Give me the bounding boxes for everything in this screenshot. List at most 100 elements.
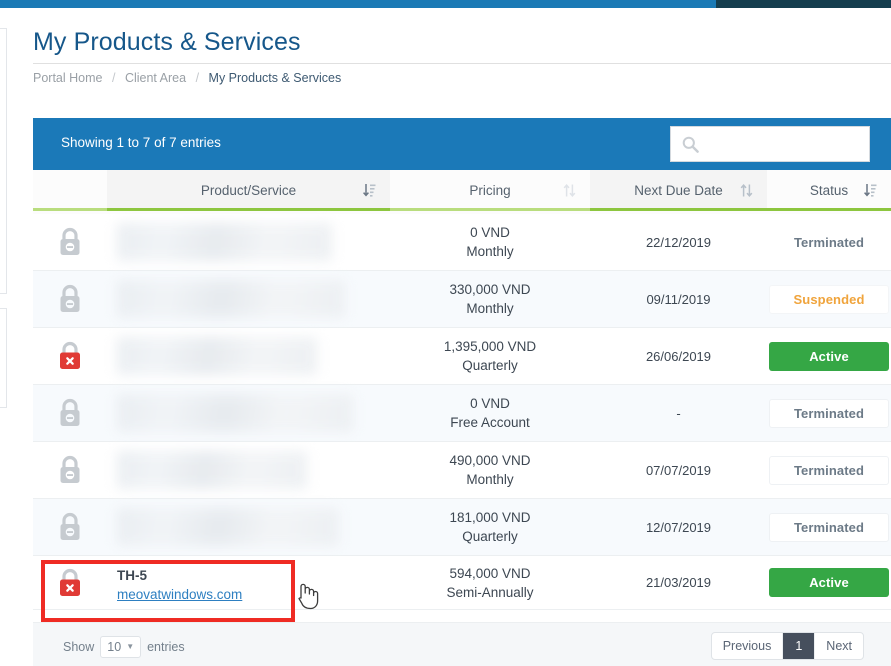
- row-pricing-cell: 0 VND Free Account: [390, 385, 590, 441]
- row-lock-cell: [33, 328, 107, 384]
- header-underline-pricing: [390, 208, 590, 211]
- header-underline-product: [107, 208, 390, 211]
- column-header-pricing[interactable]: Pricing: [390, 170, 590, 211]
- pagination-previous[interactable]: Previous: [712, 633, 784, 659]
- column-header-product-service[interactable]: Product/Service: [107, 170, 390, 211]
- lock-red-x-icon: [56, 339, 84, 373]
- sort-amount-desc-icon: [864, 183, 877, 198]
- row-product-cell[interactable]: [107, 271, 390, 327]
- breadcrumb: Portal Home / Client Area / My Products …: [33, 71, 341, 85]
- sort-amount-desc-icon: [363, 183, 376, 198]
- row-status-cell: Terminated: [767, 385, 891, 441]
- page-length-control: Show 10 ▼ entries: [63, 636, 185, 658]
- page-root: My Products & Services Portal Home / Cli…: [0, 0, 891, 666]
- status-badge: Terminated: [769, 398, 889, 428]
- lock-gray-minus-icon: [56, 396, 84, 430]
- row-status-cell: Terminated: [767, 442, 891, 498]
- column-header-icon: [33, 170, 107, 211]
- row-product-cell[interactable]: [107, 214, 390, 270]
- table-row[interactable]: 0 VND Monthly 22/12/2019 Terminated: [33, 214, 891, 271]
- table-row[interactable]: TH-5 meovatwindows.com 594,000 VND Semi-…: [33, 556, 891, 610]
- product-name-blurred: [117, 394, 353, 432]
- billing-cycle: Free Account: [450, 415, 530, 430]
- header-underline-due: [590, 208, 767, 211]
- entries-label: entries: [147, 640, 185, 654]
- show-label: Show: [63, 640, 95, 654]
- pointer-hand-cursor: [293, 580, 319, 610]
- product-text-block: TH-5 meovatwindows.com: [117, 566, 242, 605]
- row-product-cell[interactable]: [107, 499, 390, 555]
- table-row[interactable]: 181,000 VND Quarterly 12/07/2019 Termina…: [33, 499, 891, 556]
- sidebar-panel-b: [0, 308, 7, 408]
- table-footer: Show 10 ▼ entries Previous 1 Next: [33, 622, 891, 666]
- row-next-due-cell: 12/07/2019: [645, 519, 712, 535]
- page-length-select[interactable]: 10 ▼: [100, 636, 142, 658]
- product-name: TH-5: [117, 568, 147, 583]
- row-lock-cell: [33, 442, 107, 498]
- product-domain-link[interactable]: meovatwindows.com: [117, 587, 242, 602]
- row-lock-cell: [33, 214, 107, 270]
- pagination-page-1[interactable]: 1: [783, 633, 816, 659]
- billing-cycle: Monthly: [466, 472, 514, 487]
- showing-entries-text: Showing 1 to 7 of 7 entries: [61, 135, 221, 150]
- search-icon: [682, 136, 699, 153]
- page-length-value: 10: [107, 640, 122, 654]
- sort-both-icon: [563, 183, 576, 198]
- row-pricing-cell: 330,000 VND Monthly: [390, 271, 590, 327]
- page-title: My Products & Services: [33, 28, 301, 56]
- price-amount: 330,000 VND: [449, 282, 531, 297]
- search-input[interactable]: [705, 127, 868, 161]
- table-row[interactable]: 490,000 VND Monthly 07/07/2019 Terminate…: [33, 442, 891, 499]
- price-amount: 594,000 VND: [449, 565, 531, 581]
- row-status-cell: Terminated: [767, 499, 891, 555]
- chevron-down-icon: ▼: [126, 642, 135, 651]
- price-amount: 0 VND: [470, 396, 510, 411]
- search-box[interactable]: [670, 126, 870, 162]
- breadcrumb-item-portal-home[interactable]: Portal Home: [33, 71, 102, 85]
- column-header-status[interactable]: Status: [767, 170, 891, 211]
- row-lock-cell: [33, 556, 107, 609]
- status-badge: Terminated: [769, 455, 889, 485]
- sidebar-panel-a: [0, 28, 7, 294]
- row-status-cell: Suspended: [767, 271, 891, 327]
- browser-top-bar-dark-segment: [716, 0, 891, 8]
- table-body: 0 VND Monthly 22/12/2019 Terminated 330,…: [33, 214, 891, 610]
- sort-both-icon: [740, 183, 753, 198]
- collapsed-sidebar-sliver: [0, 8, 8, 666]
- row-status-cell: Active: [767, 328, 891, 384]
- breadcrumb-separator-2: /: [195, 71, 200, 85]
- row-product-cell[interactable]: [107, 442, 390, 498]
- row-status-cell: Terminated: [767, 214, 891, 270]
- lock-gray-minus-icon: [56, 282, 84, 316]
- status-badge: Active: [769, 568, 889, 597]
- breadcrumb-item-current: My Products & Services: [208, 71, 342, 85]
- table-row[interactable]: 1,395,000 VND Quarterly 26/06/2019 Activ…: [33, 328, 891, 385]
- row-next-due-cell: 26/06/2019: [645, 348, 712, 364]
- title-divider: [33, 63, 891, 64]
- column-header-next-due-date[interactable]: Next Due Date: [590, 170, 767, 211]
- billing-cycle: Quarterly: [462, 529, 518, 544]
- product-name-blurred: [117, 451, 307, 489]
- row-next-due-cell: 09/11/2019: [646, 291, 711, 307]
- row-lock-cell: [33, 271, 107, 327]
- row-next-due-cell: 07/07/2019: [645, 462, 712, 478]
- row-product-cell[interactable]: [107, 328, 390, 384]
- row-product-cell[interactable]: TH-5 meovatwindows.com: [107, 556, 390, 609]
- column-header-next-due-date-label: Next Due Date: [634, 183, 723, 198]
- price-amount: 0 VND: [470, 225, 510, 240]
- pagination-next[interactable]: Next: [815, 633, 863, 659]
- row-lock-cell: [33, 385, 107, 441]
- row-pricing-cell: 490,000 VND Monthly: [390, 442, 590, 498]
- row-pricing-cell: 1,395,000 VND Quarterly: [390, 328, 590, 384]
- price-amount: 490,000 VND: [449, 453, 531, 468]
- row-next-due-cell: -: [676, 405, 681, 421]
- breadcrumb-separator-1: /: [111, 71, 116, 85]
- header-underline-status: [767, 208, 891, 211]
- billing-cycle: Quarterly: [462, 358, 518, 373]
- table-row[interactable]: 0 VND Free Account - Terminated: [33, 385, 891, 442]
- table-row[interactable]: 330,000 VND Monthly 09/11/2019 Suspended: [33, 271, 891, 328]
- pagination: Previous 1 Next: [710, 632, 864, 660]
- price-amount: 181,000 VND: [449, 510, 531, 525]
- breadcrumb-item-client-area[interactable]: Client Area: [125, 71, 186, 85]
- row-product-cell[interactable]: [107, 385, 390, 441]
